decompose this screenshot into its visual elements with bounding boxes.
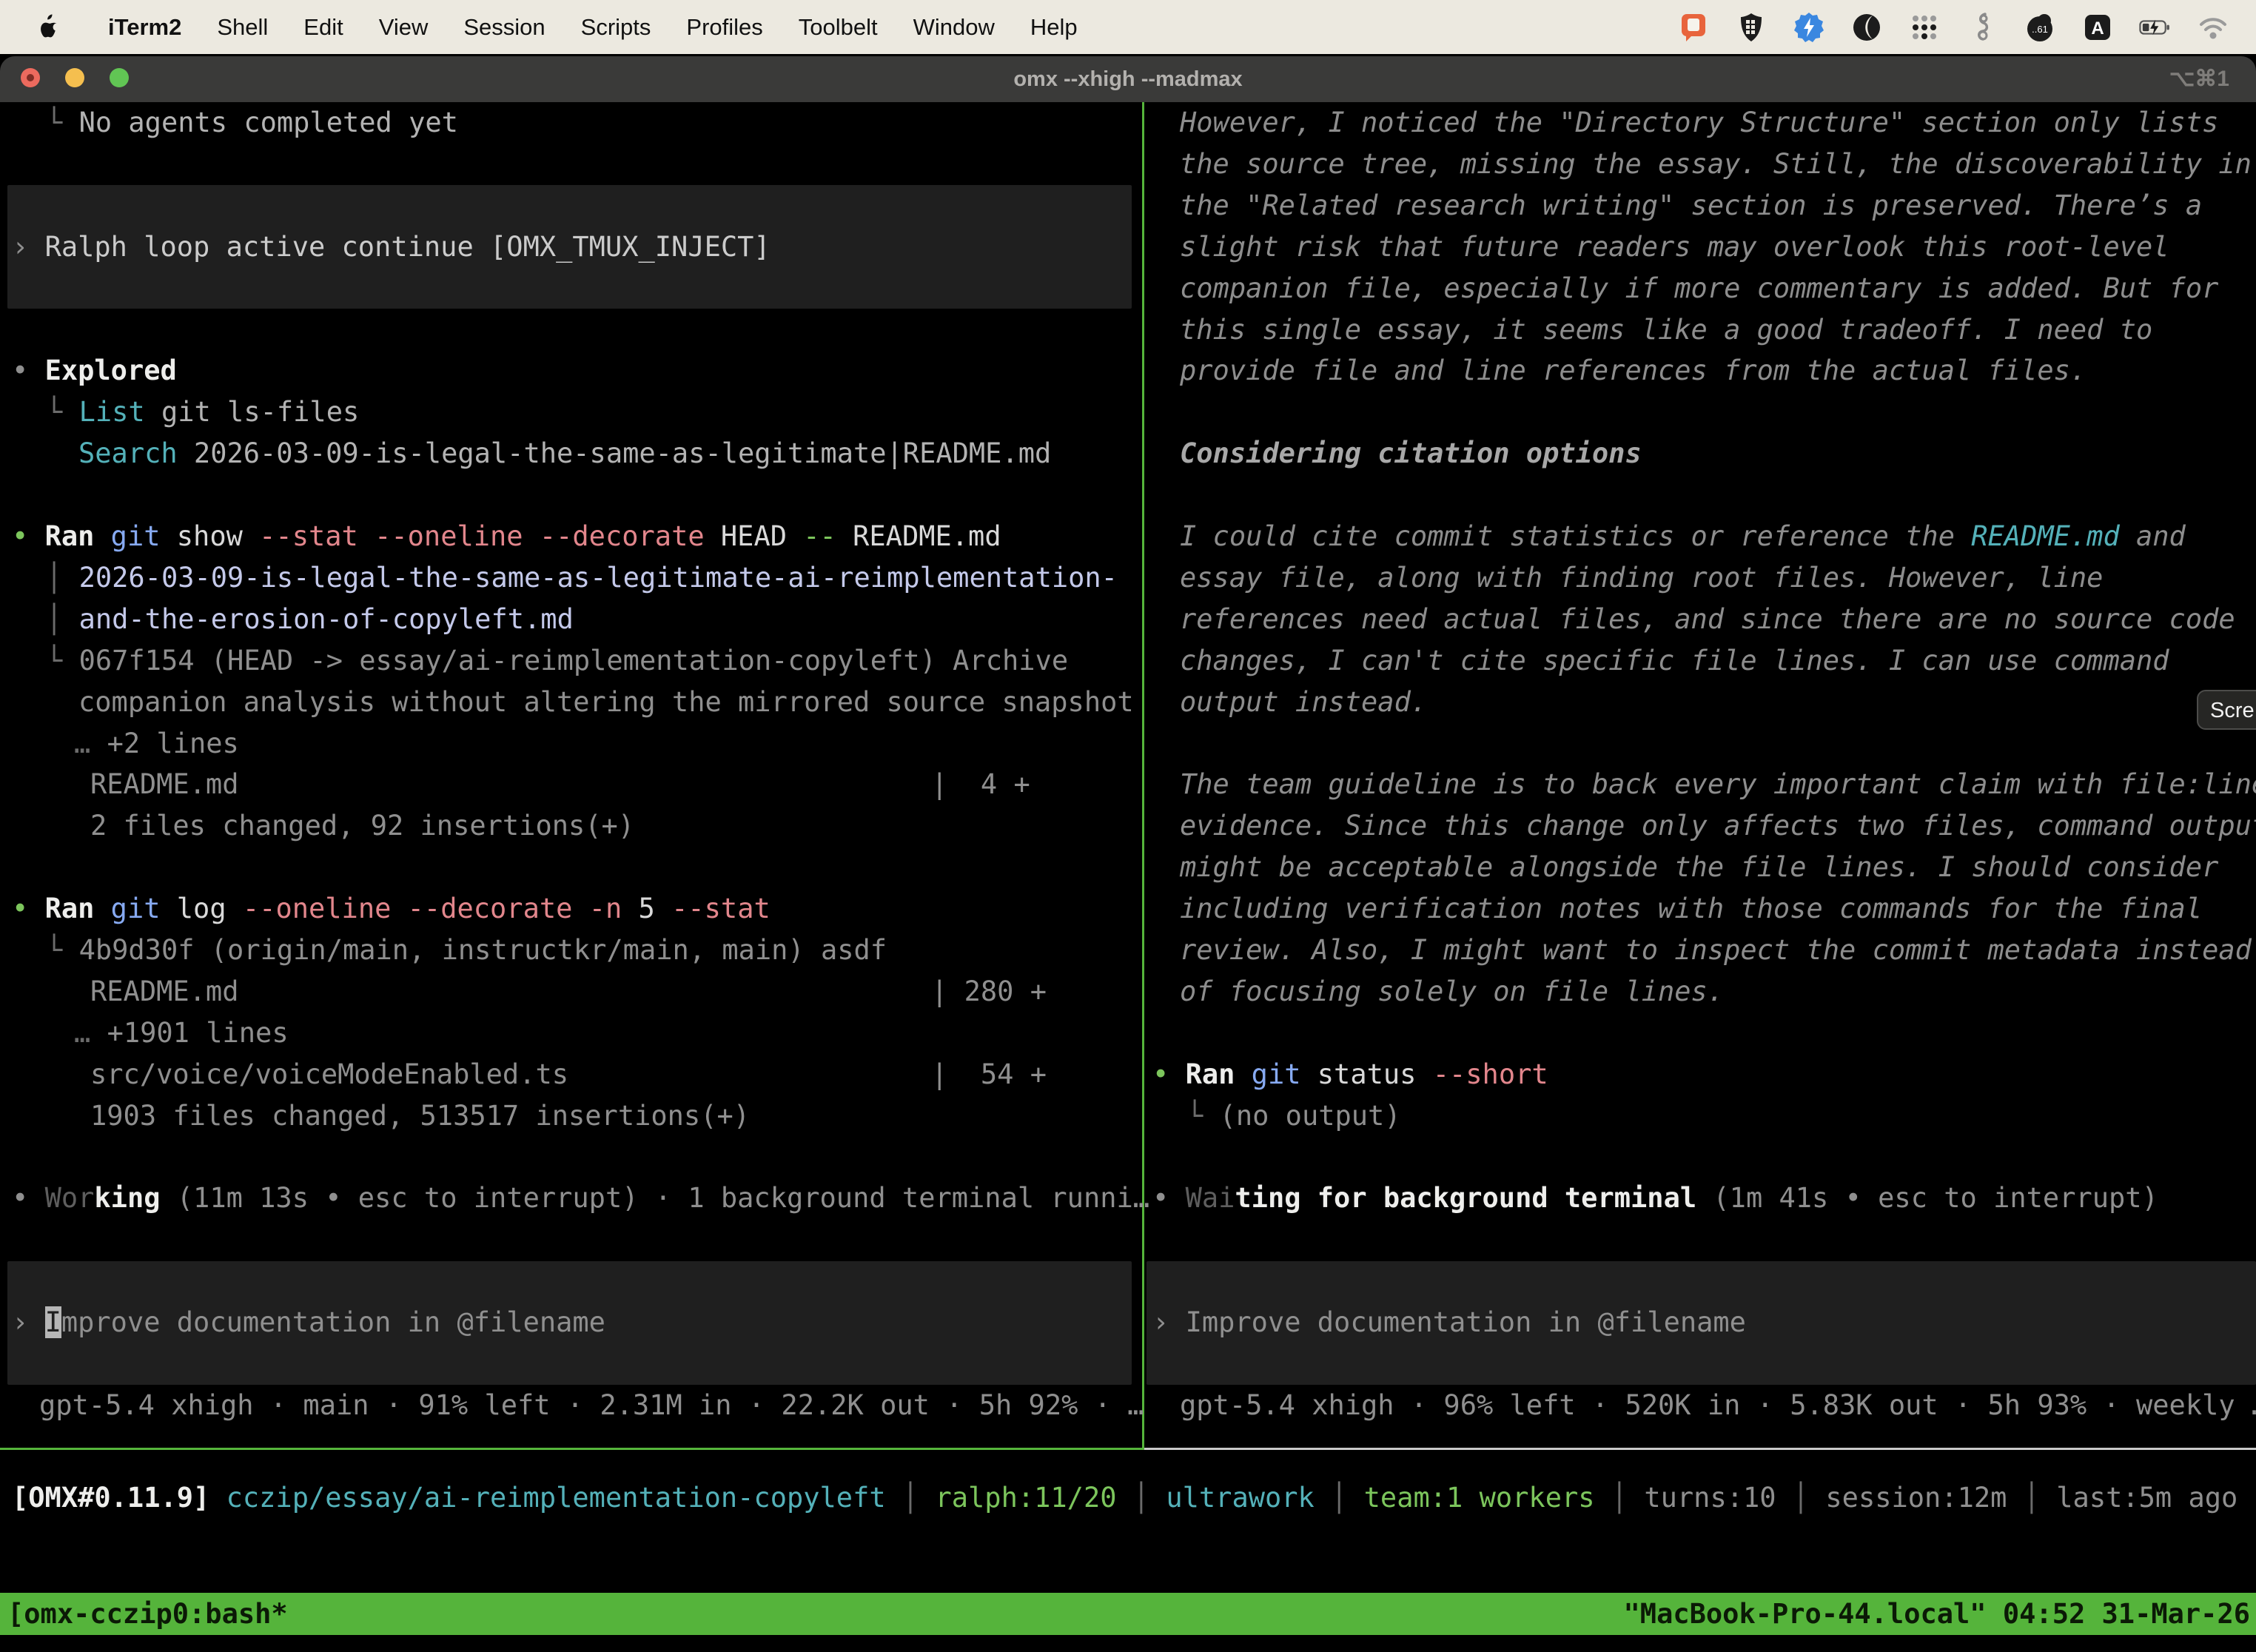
left-pane-line: 2 files changed, 92 insertions(+) bbox=[90, 805, 634, 847]
right-pane-line: references need actual files, and since … bbox=[1180, 599, 2235, 640]
menu-item-toolbelt[interactable]: Toolbelt bbox=[781, 14, 896, 41]
right-pane-line: slight risk that future readers may over… bbox=[1180, 226, 2169, 268]
left-pane-line: └ List git ls-files bbox=[46, 392, 359, 433]
wifi-icon[interactable] bbox=[2195, 10, 2231, 45]
right-pane-line: evidence. Since this change only affects… bbox=[1180, 805, 2256, 847]
tmux-session-label: [omx-cczip0:bash* bbox=[7, 1593, 288, 1635]
menu-bar: iTerm2ShellEditViewSessionScriptsProfile… bbox=[0, 0, 2256, 54]
left-pane-line: • Working (11m 13s • esc to interrupt) ·… bbox=[12, 1178, 1149, 1219]
dots-grid-icon[interactable] bbox=[1907, 10, 1942, 45]
right-pane-line: Considering citation options bbox=[1180, 433, 1642, 474]
menu-items: iTerm2ShellEditViewSessionScriptsProfile… bbox=[90, 14, 1095, 41]
svg-text:A: A bbox=[2091, 19, 2104, 38]
key-a-icon[interactable]: A bbox=[2080, 10, 2115, 45]
pane-divider[interactable] bbox=[1142, 102, 1144, 1449]
blue-badge-icon[interactable] bbox=[1791, 10, 1827, 45]
left-pane-line: • Ran git show --stat --oneline --decora… bbox=[12, 516, 1001, 557]
right-pane-line: └ (no output) bbox=[1186, 1095, 1401, 1137]
window-shortcut-hint: ⌥⌘1 bbox=[2169, 56, 2229, 102]
left-pane-line: └ 4b9d30f (origin/main, instructkr/main,… bbox=[46, 930, 887, 971]
window-titlebar[interactable]: omx --xhigh --madmax ⌥⌘1 bbox=[0, 56, 2256, 102]
right-pane-line: might be acceptable alongside the file l… bbox=[1180, 847, 2218, 888]
menu-item-shell[interactable]: Shell bbox=[199, 14, 286, 41]
left-pane-line: README.md | 4 + bbox=[90, 764, 1030, 805]
battery-icon[interactable] bbox=[2138, 10, 2173, 45]
left-pane-line: 1903 files changed, 513517 insertions(+) bbox=[90, 1095, 750, 1137]
right-pane-line: › Improve documentation in @filename bbox=[1152, 1302, 1746, 1343]
menu-item-edit[interactable]: Edit bbox=[286, 14, 360, 41]
right-pane-line: review. Also, I might want to inspect th… bbox=[1180, 930, 2252, 971]
menu-item-iterm2[interactable]: iTerm2 bbox=[90, 14, 199, 41]
menu-item-view[interactable]: View bbox=[361, 14, 446, 41]
left-pane-line: … +2 lines bbox=[74, 723, 239, 765]
right-pane-line: However, I noticed the "Directory Struct… bbox=[1180, 102, 2218, 144]
right-pane-line: • Waiting for background terminal (1m 41… bbox=[1152, 1178, 2158, 1219]
menu-status-icons: ..61 A bbox=[1676, 0, 2231, 54]
left-pane-bottom-border bbox=[0, 1448, 1144, 1450]
menu-item-scripts[interactable]: Scripts bbox=[563, 14, 669, 41]
crescent-circle-icon[interactable] bbox=[1849, 10, 1884, 45]
left-pane-line: › Improve documentation in @filename bbox=[12, 1302, 605, 1343]
right-pane-line: the "Related research writing" section i… bbox=[1180, 185, 2202, 226]
menu-item-session[interactable]: Session bbox=[446, 14, 563, 41]
apple-menu-icon[interactable] bbox=[37, 14, 59, 41]
right-pane-line: I could cite commit statistics or refere… bbox=[1180, 516, 2186, 557]
right-pane-line: • Ran git status --short bbox=[1152, 1054, 1548, 1095]
left-pane-line: README.md | 280 + bbox=[90, 971, 1047, 1013]
left-pane-line: │ 2026-03-09-is-legal-the-same-as-legiti… bbox=[46, 557, 1118, 599]
left-pane-line: • Explored bbox=[12, 350, 177, 392]
right-pane-line: companion file, especially if more comme… bbox=[1180, 268, 2218, 309]
left-pane-line: › Ralph loop active continue [OMX_TMUX_I… bbox=[12, 226, 771, 268]
left-pane-line: companion analysis without altering the … bbox=[78, 682, 1134, 723]
shield-grid-icon[interactable] bbox=[1733, 10, 1769, 45]
menu-item-window[interactable]: Window bbox=[896, 14, 1013, 41]
right-pane-line: the source tree, missing the essay. Stil… bbox=[1180, 144, 2252, 185]
window-title: omx --xhigh --madmax bbox=[0, 56, 2256, 102]
right-pane-line: The team guideline is to back every impo… bbox=[1180, 764, 2256, 805]
menu-item-help[interactable]: Help bbox=[1013, 14, 1095, 41]
right-pane-line: including verification notes with those … bbox=[1180, 888, 2202, 930]
left-pane-line: └ No agents completed yet bbox=[46, 102, 458, 144]
squiggle-icon[interactable] bbox=[1964, 10, 2000, 45]
gauge-61-icon[interactable]: ..61 bbox=[2022, 10, 2058, 45]
left-pane-line: … +1901 lines bbox=[74, 1013, 289, 1054]
chat-badge-icon[interactable] bbox=[1676, 10, 1711, 45]
right-pane-line: changes, I can't cite specific file line… bbox=[1180, 640, 2169, 682]
right-pane-line: essay file, along with finding root file… bbox=[1180, 557, 2103, 599]
menu-item-profiles[interactable]: Profiles bbox=[668, 14, 780, 41]
left-pane-line: │ and-the-erosion-of-copyleft.md bbox=[46, 599, 574, 640]
right-pane-line: provide file and line references from th… bbox=[1180, 350, 2087, 392]
left-pane-line: gpt-5.4 xhigh · main · 91% left · 2.31M … bbox=[39, 1385, 1144, 1426]
right-pane-line: gpt-5.4 xhigh · 96% left · 520K in · 5.8… bbox=[1180, 1385, 2256, 1426]
right-pane-line: this single essay, it seems like a good … bbox=[1180, 309, 2152, 351]
right-pane-line: output instead. bbox=[1180, 682, 1427, 723]
left-pane-line: Search 2026-03-09-is-legal-the-same-as-l… bbox=[78, 433, 1051, 474]
tmux-status-bar: [omx-cczip0:bash* "MacBook-Pro-44.local"… bbox=[0, 1593, 2256, 1635]
right-pane-line: of focusing solely on file lines. bbox=[1180, 971, 1724, 1013]
tmux-host-clock: "MacBook-Pro-44.local" 04:52 31-Mar-26 bbox=[1624, 1593, 2250, 1635]
screen: { "colors": { "menubg": "#ece9e0", "titl… bbox=[0, 0, 2256, 1652]
screen-edge-tooltip[interactable]: Scre bbox=[2197, 690, 2256, 730]
terminal-content[interactable]: └ No agents completed yet › Ralph loop ac… bbox=[0, 102, 2256, 1652]
left-pane-line: • Ran git log --oneline --decorate -n 5 … bbox=[12, 888, 771, 930]
right-pane-bottom-border bbox=[1144, 1448, 2256, 1450]
iterm-window: omx --xhigh --madmax ⌥⌘1 └ No agents com… bbox=[0, 56, 2256, 1652]
svg-text:..61: ..61 bbox=[2032, 24, 2048, 35]
omx-status-bar: [OMX#0.11.9] cczip/essay/ai-reimplementa… bbox=[12, 1477, 2237, 1519]
left-pane-line: └ 067f154 (HEAD -> essay/ai-reimplementa… bbox=[46, 640, 1068, 682]
left-pane-line: src/voice/voiceModeEnabled.ts | 54 + bbox=[90, 1054, 1047, 1095]
